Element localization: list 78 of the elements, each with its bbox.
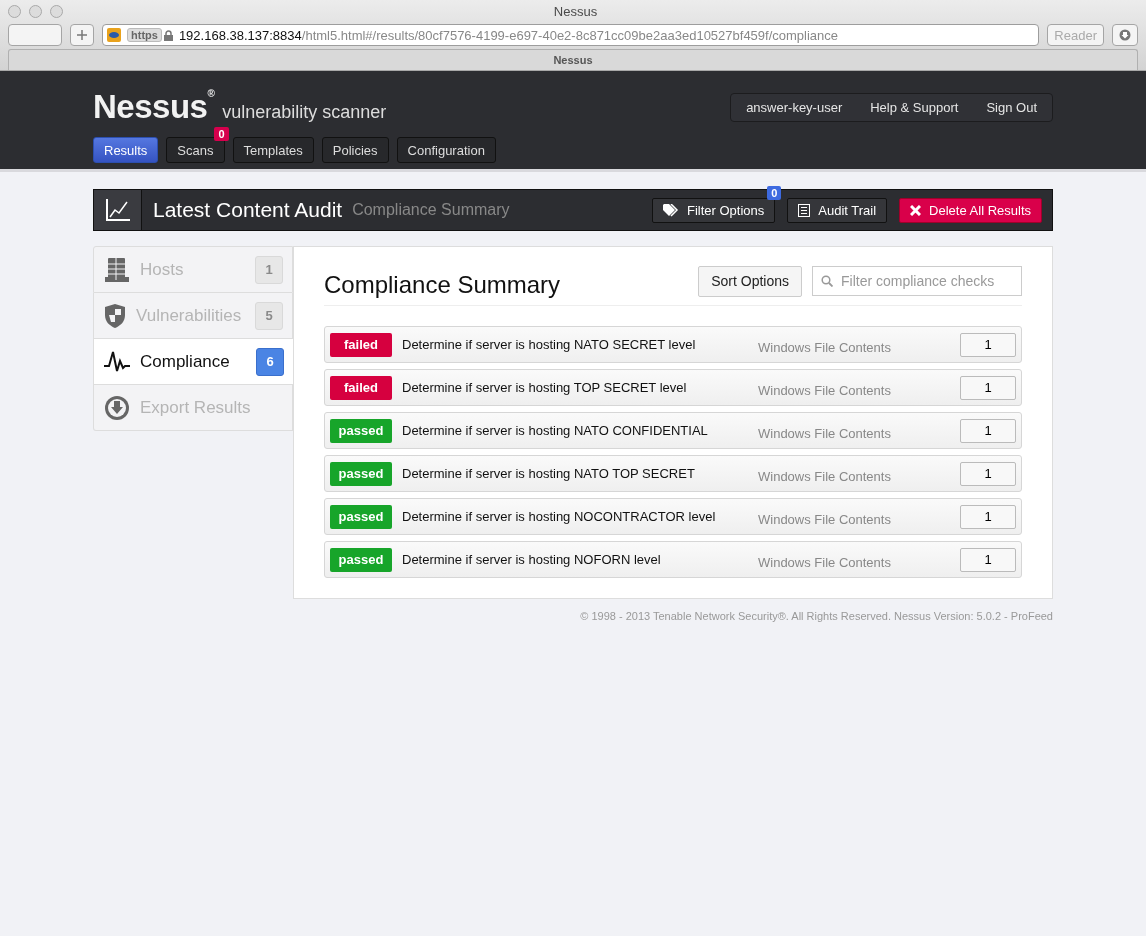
url-host: 192.168.38.137:8834 <box>178 27 302 43</box>
toolbar-button[interactable]: Audit Trail <box>787 197 888 223</box>
host-count-button[interactable]: 1 <box>960 504 1016 529</box>
status-label: passed <box>330 547 392 572</box>
count-badge: 5 <box>255 301 283 330</box>
user-menu-link[interactable]: Help & Support <box>870 99 959 115</box>
plugin-family: Windows File Contents <box>758 340 892 355</box>
host-count-button[interactable]: 1 <box>960 375 1016 400</box>
download-icon <box>1119 29 1131 41</box>
browser-tab[interactable]: Nessus <box>8 48 1138 70</box>
nav-tab[interactable]: Configuration <box>396 137 496 163</box>
host-count-button[interactable]: 1 <box>960 461 1016 486</box>
user-menu-link[interactable]: Sign Out <box>986 99 1037 115</box>
status-label: passed <box>330 461 392 486</box>
user-menu-link[interactable]: answer-key-user <box>746 99 843 115</box>
shield-icon <box>104 302 126 329</box>
check-name: Determine if server is hosting NOFORN level <box>402 552 662 567</box>
close-icon <box>910 204 922 216</box>
toolbar-button[interactable]: Filter Options <box>652 197 776 223</box>
address-bar[interactable]: https 192.168.38.137:8834/html5.html#/results/80cf7576-4199-e697-40e2-8c871cc09be2aa3ed10527bf459f/compliance <box>102 24 1040 46</box>
search-field[interactable]: Filter compliance checks <box>812 266 1022 296</box>
count-badge: 0 <box>767 185 782 200</box>
check-name: Determine if server is hosting TOP SECRET level <box>402 380 688 395</box>
status-label: passed <box>330 418 392 443</box>
window-zoom-control[interactable] <box>50 4 63 18</box>
plugin-family: Windows File Contents <box>758 555 892 570</box>
report-title: Latest Content Audit <box>153 198 343 222</box>
check-name: Determine if server is hosting NATO TOP SECRET <box>402 466 696 481</box>
status-label: failed <box>330 332 392 357</box>
window-minimize-control[interactable] <box>29 4 42 18</box>
https-label: https <box>127 28 162 42</box>
plugin-family: Windows File Contents <box>758 426 892 441</box>
search-icon <box>821 275 833 287</box>
plugin-family: Windows File Contents <box>758 512 892 527</box>
compliance-row[interactable]: failed Determine if server is hosting TOP SECRET level Windows File Contents 1 <box>324 369 1022 406</box>
plugin-family: Windows File Contents <box>758 383 892 398</box>
check-name: Determine if server is hosting NATO CONFIDENTIAL <box>402 423 709 438</box>
plugin-family: Windows File Contents <box>758 469 892 484</box>
host-count-button[interactable]: 1 <box>960 547 1016 572</box>
site-icon <box>107 28 121 42</box>
compliance-row[interactable]: passed Determine if server is hosting NOFORN level Windows File Contents 1 <box>324 541 1022 578</box>
nav-tab[interactable]: Policies <box>321 137 389 163</box>
compliance-row[interactable]: passed Determine if server is hosting NATO TOP SECRET Windows File Contents 1 <box>324 455 1022 492</box>
sort-options-button[interactable]: Sort Options <box>698 265 802 297</box>
download-icon <box>104 394 130 421</box>
add-bookmark-button[interactable] <box>70 24 94 46</box>
window-title: Nessus <box>553 3 599 19</box>
tagline: vulnerability scanner <box>222 102 387 122</box>
panel-title: Compliance Summary <box>324 271 561 299</box>
report-subtitle: Compliance Summary <box>352 201 510 219</box>
status-label: passed <box>330 504 392 529</box>
compliance-row[interactable]: passed Determine if server is hosting NOCONTRACTOR level Windows File Contents 1 <box>324 498 1022 535</box>
tag-icon <box>663 203 679 217</box>
logo: Nessus$^{®}$ <box>93 88 215 125</box>
check-name: Determine if server is hosting NATO SECRET level <box>402 337 697 352</box>
url-path: /html5.html#/results/80cf7576-4199-e697-40e2-8c871cc09be2aa3ed10527bf459f/compliance <box>301 27 839 43</box>
host-count-button[interactable]: 1 <box>960 332 1016 357</box>
plus-icon <box>77 30 87 40</box>
count-badge: 1 <box>255 255 283 284</box>
back-forward-buttons[interactable] <box>8 24 62 46</box>
status-label: failed <box>330 375 392 400</box>
list-icon <box>798 203 811 217</box>
nav-tab[interactable]: Templates <box>232 137 314 163</box>
server-stack-icon <box>104 256 130 283</box>
nav-tab[interactable]: Results <box>93 137 159 163</box>
toolbar-button[interactable]: Delete All Results <box>899 197 1042 223</box>
window-close-control[interactable] <box>8 4 21 18</box>
compliance-row[interactable]: failed Determine if server is hosting NATO SECRET level Windows File Contents 1 <box>324 326 1022 363</box>
count-badge: 0 <box>214 127 229 141</box>
host-count-button[interactable]: 1 <box>960 418 1016 443</box>
count-badge: 6 <box>256 347 284 376</box>
copyright-text: © 1998 - 2013 Tenable Network Security®. All Rights Reserved. Nessus Version: 5.0.2 - ProFeed <box>579 610 1053 622</box>
downloads-button[interactable] <box>1112 24 1138 46</box>
nav-tab[interactable]: Scans <box>166 137 225 163</box>
compliance-row[interactable]: passed Determine if server is hosting NATO CONFIDENTIAL Windows File Contents 1 <box>324 412 1022 449</box>
sidebar-item[interactable]: Compliance 6 <box>93 339 293 385</box>
check-name: Determine if server is hosting NOCONTRACTOR level <box>402 509 717 524</box>
lock-icon <box>163 29 173 41</box>
